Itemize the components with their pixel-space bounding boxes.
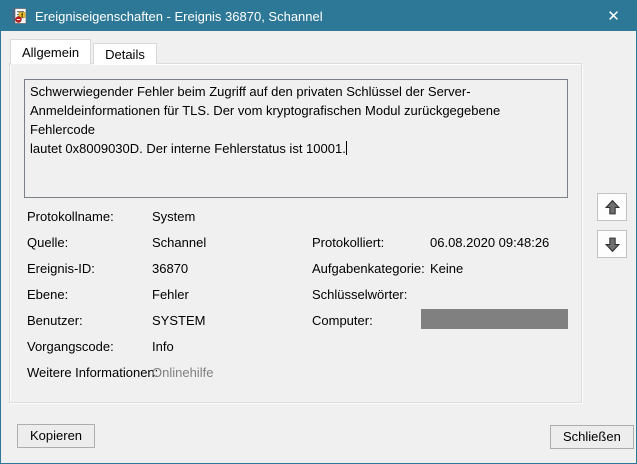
down-arrow-icon	[604, 237, 620, 252]
field-label-aufgabenkategorie: Aufgabenkategorie:	[312, 261, 425, 276]
field-label-quelle: Quelle:	[27, 235, 69, 250]
tab-details[interactable]: Details	[93, 43, 157, 64]
window-title: Ereigniseigenschaften - Ereignis 36870, …	[35, 8, 323, 24]
text-caret	[345, 141, 347, 155]
close-dialog-button[interactable]: Schließen	[550, 425, 634, 449]
field-label-schluesselwoerter: Schlüsselwörter:	[312, 287, 408, 302]
tab-page-general: Schwerwiegender Fehler beim Zugriff auf …	[9, 63, 582, 403]
field-value-quelle: Schannel	[152, 235, 207, 250]
field-label-vorgangscode: Vorgangscode:	[27, 339, 114, 354]
field-value-protokollname: System	[152, 209, 196, 224]
event-properties-icon	[12, 8, 27, 24]
field-value-ebene: Fehler	[152, 287, 189, 302]
field-label-ereignis-id: Ereignis-ID:	[27, 261, 95, 276]
event-description-text: Schwerwiegender Fehler beim Zugriff auf …	[30, 84, 501, 156]
field-value-vorgangscode: Info	[152, 339, 174, 354]
field-label-computer: Computer:	[312, 313, 373, 328]
field-label-ebene: Ebene:	[27, 287, 69, 302]
event-description-box[interactable]: Schwerwiegender Fehler beim Zugriff auf …	[24, 79, 568, 198]
tab-allgemein[interactable]: Allgemein	[10, 39, 92, 65]
field-label-protokolliert: Protokolliert:	[312, 235, 385, 250]
field-value-benutzer: SYSTEM	[152, 313, 206, 328]
copy-button[interactable]: Kopieren	[17, 424, 96, 448]
next-event-button[interactable]	[597, 230, 627, 258]
field-label-benutzer: Benutzer:	[27, 313, 83, 328]
up-arrow-icon	[604, 199, 620, 214]
field-value-aufgabenkategorie: Keine	[430, 261, 464, 276]
previous-event-button[interactable]	[597, 193, 627, 221]
onlinehilfe-link[interactable]: Onlinehilfe	[152, 365, 213, 380]
field-value-ereignis-id: 36870	[152, 261, 189, 276]
close-icon[interactable]: ✕	[591, 1, 636, 31]
field-label-weitere-informationen: Weitere Informationen:	[27, 365, 159, 380]
field-value-protokolliert: 06.08.2020 09:48:26	[430, 235, 550, 250]
title-bar[interactable]: Ereigniseigenschaften - Ereignis 36870, …	[1, 1, 636, 31]
tab-strip: Allgemein Details	[10, 38, 159, 65]
field-label-protokollname: Protokollname:	[27, 209, 114, 224]
event-properties-dialog: Ereigniseigenschaften - Ereignis 36870, …	[0, 0, 637, 464]
computer-value-redacted	[421, 309, 568, 329]
